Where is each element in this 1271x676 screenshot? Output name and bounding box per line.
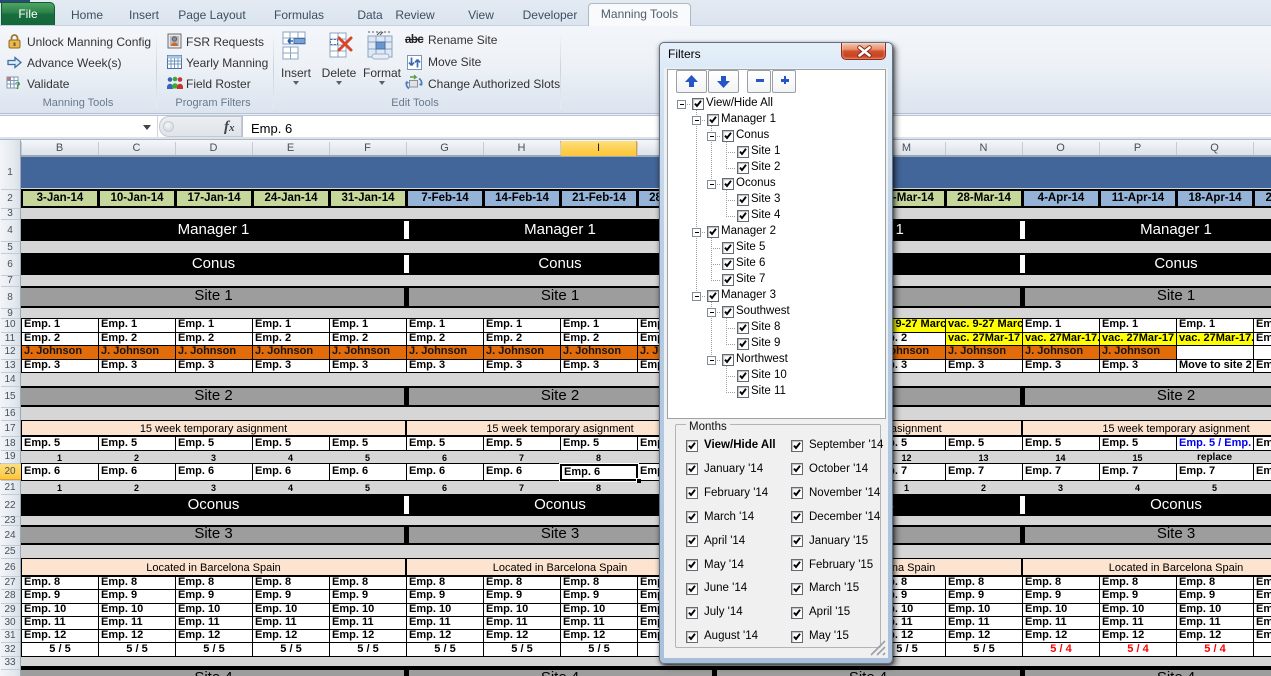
svg-text:?: ? — [15, 80, 21, 92]
